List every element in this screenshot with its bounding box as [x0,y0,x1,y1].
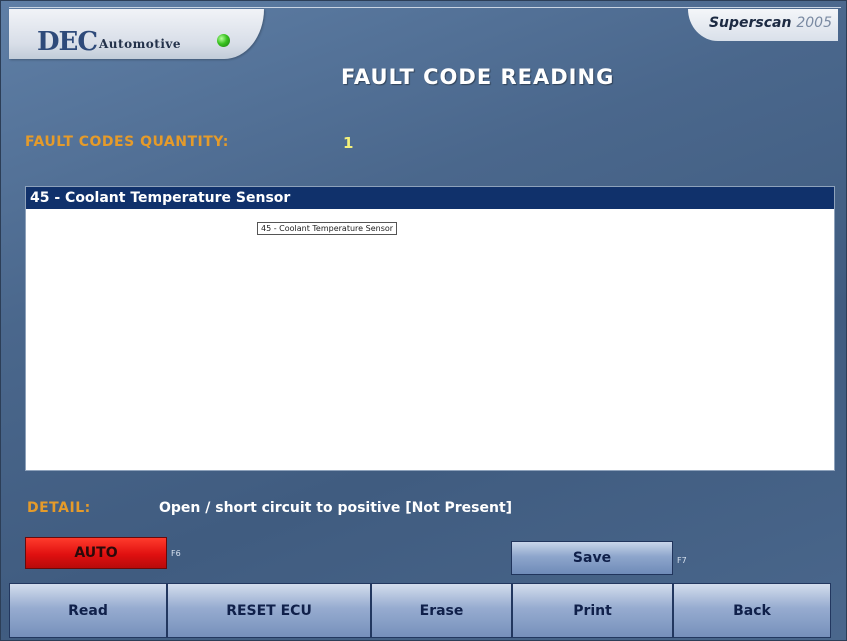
product-name: Superscan 2005 [709,15,832,31]
product-year: 2005 [796,15,832,31]
print-button[interactable]: Print [512,583,673,638]
product-title: Superscan [708,15,792,31]
fault-codes-quantity-label: FAULT CODES QUANTITY: [25,134,229,150]
list-item-tooltip: 45 - Coolant Temperature Sensor [257,222,398,235]
erase-button[interactable]: Erase [371,583,512,638]
save-button[interactable]: Save [511,541,673,575]
back-button[interactable]: Back [673,583,831,638]
fault-codes-quantity-value: 1 [343,134,354,152]
brand-logo: DEC [37,27,98,57]
fault-code-list[interactable]: 45 - Coolant Temperature Sensor 45 - Coo… [25,186,835,471]
bottom-toolbar: Read RESET ECU Erase Print Back [9,583,831,638]
connection-status-led-icon [217,34,230,47]
app-window: DEC Automotive Superscan 2005 FAULT CODE… [0,0,847,641]
detail-text: Open / short circuit to positive [Not Pr… [159,500,513,516]
read-button[interactable]: Read [9,583,167,638]
page-title: FAULT CODE READING [341,65,615,89]
brand-subtitle: Automotive [99,37,181,51]
auto-hotkey-label: F6 [171,549,181,558]
reset-ecu-button[interactable]: RESET ECU [167,583,371,638]
auto-button[interactable]: AUTO [25,537,167,569]
save-hotkey-label: F7 [677,556,687,565]
list-item[interactable]: 45 - Coolant Temperature Sensor [26,187,834,209]
detail-label: DETAIL: [27,500,91,516]
